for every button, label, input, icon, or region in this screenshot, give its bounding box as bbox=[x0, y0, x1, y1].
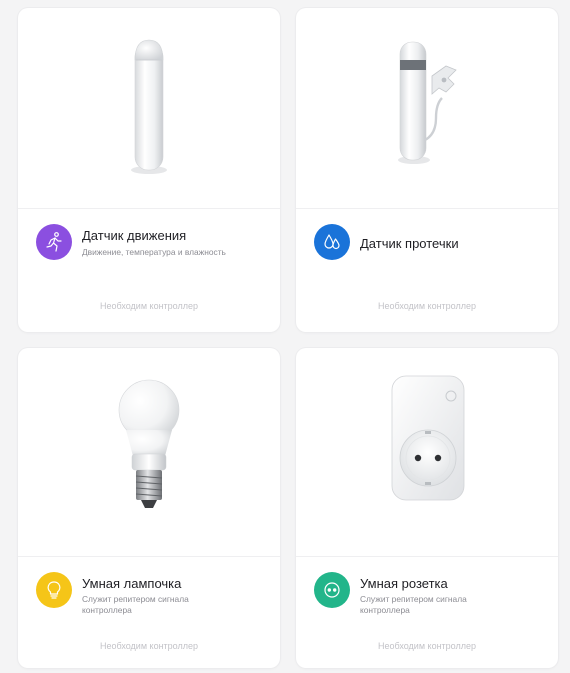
requirement-note: Необходим контроллер bbox=[99, 641, 198, 651]
lightbulb-icon bbox=[36, 572, 72, 608]
product-card-leak-sensor[interactable]: Датчик протечки Необходим контроллер bbox=[296, 8, 558, 332]
product-subtitle: Служит репитером сигнала контроллера bbox=[360, 594, 467, 615]
running-man-icon bbox=[36, 224, 72, 260]
socket-icon bbox=[314, 572, 350, 608]
product-image-smart-socket bbox=[296, 348, 558, 557]
product-card-smart-bulb[interactable]: Умная лампочка Служит репитером сигнала … bbox=[18, 348, 280, 668]
product-title: Умная розетка bbox=[360, 576, 448, 591]
product-title: Датчик движения bbox=[82, 228, 187, 243]
product-title: Датчик протечки bbox=[360, 236, 459, 251]
product-image-motion-sensor bbox=[18, 8, 280, 209]
product-card-smart-socket[interactable]: Умная розетка Служит репитером сигнала к… bbox=[296, 348, 558, 668]
requirement-note: Необходим контроллер bbox=[99, 301, 198, 311]
product-subtitle: Служит репитером сигнала контроллера bbox=[82, 594, 189, 615]
water-drops-icon bbox=[314, 224, 350, 260]
product-card-motion-sensor[interactable]: Датчик движения Движение, температура и … bbox=[18, 8, 280, 332]
product-subtitle: Движение, температура и влажность bbox=[82, 247, 226, 257]
product-image-smart-bulb bbox=[18, 348, 280, 557]
requirement-note: Необходим контроллер bbox=[377, 301, 476, 311]
product-title: Умная лампочка bbox=[82, 576, 182, 591]
product-grid: Датчик движения Движение, температура и … bbox=[18, 8, 560, 668]
requirement-note: Необходим контроллер bbox=[377, 641, 476, 651]
product-image-leak-sensor bbox=[296, 8, 558, 209]
